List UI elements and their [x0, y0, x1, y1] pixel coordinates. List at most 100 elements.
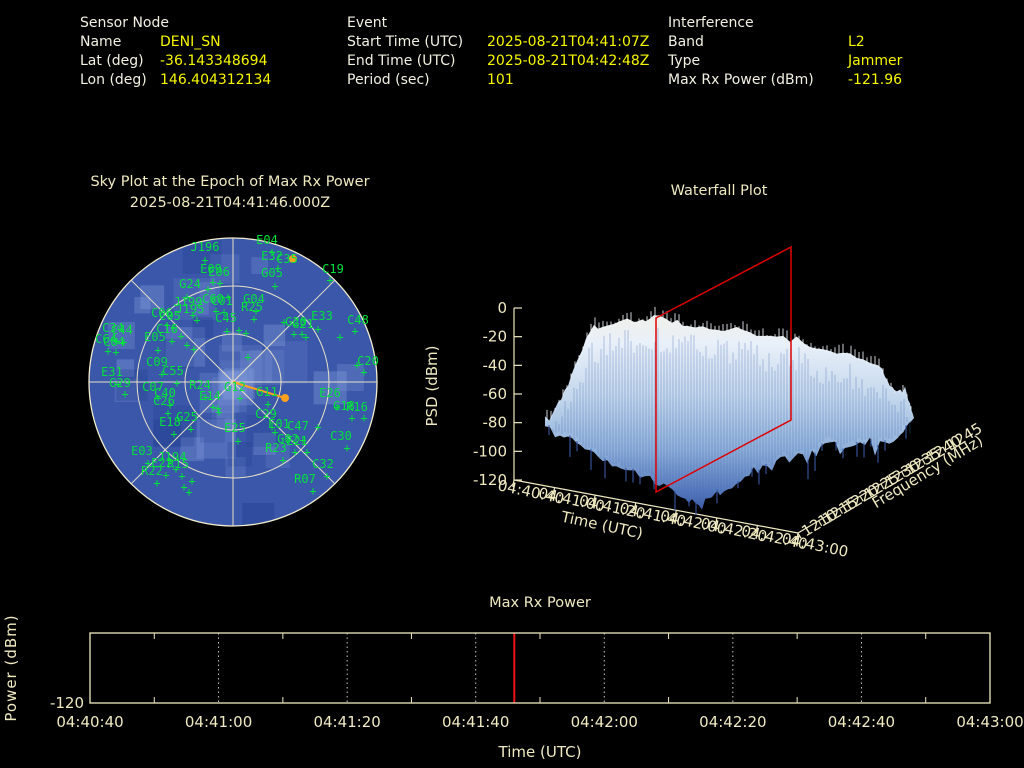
sensor-lat-label: Lat (deg) — [80, 53, 144, 69]
psd-axis-label: PSD (dBm) — [423, 345, 441, 426]
time-tick-label: 04:41:40 — [442, 713, 509, 731]
event-period-row: Period (sec) 101 — [347, 71, 649, 90]
interference-power-row: Max Rx Power (dBm) -121.96 — [668, 71, 902, 90]
satellite-label: J196 — [191, 240, 220, 254]
satellite-label: C45 — [215, 311, 237, 325]
time-axis-label: Time (UTC) — [498, 743, 582, 761]
satellite-plus-marker: + — [314, 322, 321, 336]
satellite-plus-marker: + — [224, 290, 231, 304]
sensor-lon-label: Lon (deg) — [80, 72, 147, 88]
satellite-plus-marker: + — [343, 441, 350, 455]
event-period-label: Period (sec) — [347, 72, 430, 88]
time-tick-label: 04:41:00 — [185, 713, 252, 731]
event-start-label: Start Time (UTC) — [347, 34, 464, 50]
satellite-plus-marker: + — [244, 350, 251, 364]
sensor-node-panel: Sensor Node Name DENI_SN Lat (deg) -36.143… — [80, 14, 271, 90]
sensor-lat-row: Lat (deg) -36.143348694 — [80, 52, 271, 71]
max-rx-power-canvas: 04:40:40 04:41:00 04:41:20 04:41:40 04:42:00… — [2, 614, 1024, 761]
satellite-label: E04 — [256, 233, 278, 247]
power-axis-label: Power (dBm) — [2, 614, 20, 721]
interference-band-row: Band L2 — [668, 33, 902, 52]
event-start-row: Start Time (UTC) 2025-08-21T04:41:07Z — [347, 33, 649, 52]
satellite-label: C47 — [287, 419, 309, 433]
satellite-plus-marker: + — [242, 326, 249, 340]
satellite-plus-marker: + — [279, 453, 286, 467]
satellite-label: E18 — [159, 415, 181, 429]
time-tick-label: 04:42:40 — [828, 713, 895, 731]
sky-plot-canvas: +J196 +E04+E32C35+G05 +C19+E09+E06+G24+C60… — [88, 233, 379, 527]
psd-tick-label: 0 — [497, 299, 507, 317]
satellite-label: G24 — [179, 277, 201, 291]
satellite-label: R22 — [141, 464, 163, 478]
satellite-label: E03 — [131, 444, 153, 458]
time-tick-label: 04:40:40 — [56, 713, 123, 731]
psd-tick-label: -20 — [483, 328, 508, 346]
satellite-label: C32 — [312, 457, 334, 471]
sensor-node-heading: Sensor Node — [80, 15, 169, 31]
satellite-label: C35 — [276, 252, 298, 266]
satellite-plus-marker: + — [336, 330, 343, 344]
interference-type-value: Jammer — [848, 53, 903, 69]
psd-tick-label: -40 — [483, 356, 508, 374]
interference-dashboard: Sensor Node Name DENI_SN Lat (deg) -36.143… — [0, 0, 1024, 768]
waterfall-plot-canvas: 0-20-40-60-80-100-120PSD (dBm)04:40:4004… — [423, 245, 986, 561]
power-tick-label: -120 — [50, 694, 84, 712]
satellite-label: G05 — [261, 266, 283, 280]
event-end-row: End Time (UTC) 2025-08-21T04:42:48Z — [347, 52, 649, 71]
waterfall-plot-title: Waterfall Plot — [670, 183, 768, 199]
satellite-plus-marker: + — [190, 342, 197, 356]
satellite-plus-marker: + — [170, 427, 177, 441]
sky-plot-title: Sky Plot at the Epoch of Max Rx Power 20… — [40, 172, 420, 214]
interference-type-label: Type — [668, 53, 701, 69]
sensor-name-row: Name DENI_SN — [80, 33, 271, 52]
time-tick-label: 04:42:20 — [699, 713, 766, 731]
interference-power-label: Max Rx Power (dBm) — [668, 72, 814, 88]
satellite-plus-marker: + — [177, 329, 184, 343]
event-heading: Event — [347, 15, 388, 31]
power-chart: 04:40:40 04:41:00 04:41:20 04:41:40 04:42:00… — [2, 614, 1024, 761]
satellite-plus-marker: + — [215, 405, 222, 419]
satellite-label: E25 — [224, 421, 246, 435]
satellite-label: E05 — [144, 330, 166, 344]
satellite-plus-marker: + — [250, 312, 257, 326]
satellite-plus-marker: + — [204, 282, 211, 296]
event-period-value: 101 — [487, 72, 514, 88]
psd-tick-label: -80 — [483, 414, 508, 432]
satellite-label: R16 — [346, 400, 368, 414]
sensor-name-label: Name — [80, 34, 122, 50]
time-tick-label: 04:43:00 — [956, 713, 1023, 731]
satellite-label: E21 — [286, 434, 308, 448]
satellite-plus-marker: + — [353, 358, 360, 372]
satellite-plus-marker: + — [323, 469, 330, 483]
satellite-plus-marker: + — [271, 279, 278, 293]
satellite-label: G11 — [256, 385, 278, 399]
satellite-plus-marker: + — [302, 330, 309, 344]
plot-frame — [89, 632, 991, 704]
satellite-label: G29 — [109, 376, 131, 390]
event-panel: Event Start Time (UTC) 2025-08-21T04:41:0… — [347, 14, 649, 90]
satellite-label: C48 — [347, 313, 369, 327]
event-start-value: 2025-08-21T04:41:07Z — [487, 34, 650, 50]
event-end-label: End Time (UTC) — [347, 53, 456, 69]
time-tick-label: 04:42:00 — [571, 713, 638, 731]
satellite-plus-marker: + — [168, 334, 175, 348]
satellite-label: R07 — [294, 472, 316, 486]
sensor-name-value: DENI_SN — [160, 34, 221, 50]
satellite-plus-marker: + — [234, 434, 241, 448]
psd-tick-label: -60 — [483, 385, 508, 403]
satellite-label: C26 — [153, 394, 175, 408]
satellite-label: C04 — [103, 335, 125, 349]
time-tick-label: 04:41:20 — [313, 713, 380, 731]
satellite-label: C30 — [330, 429, 352, 443]
satellite-label: C55 — [162, 364, 184, 378]
satellite-plus-marker: + — [162, 468, 169, 482]
sensor-lon-row: Lon (deg) 146.404312134 — [80, 71, 271, 90]
satellite-label: R23 — [265, 441, 287, 455]
satellite-label: R25 — [241, 300, 263, 314]
interference-band-label: Band — [668, 34, 704, 50]
satellite-label: C19 — [322, 262, 344, 276]
interference-band-value: L2 — [848, 34, 865, 50]
interference-type-row: Type Jammer — [668, 52, 902, 71]
interference-power-value: -121.96 — [848, 72, 903, 88]
satellite-label: E06 — [208, 265, 230, 279]
